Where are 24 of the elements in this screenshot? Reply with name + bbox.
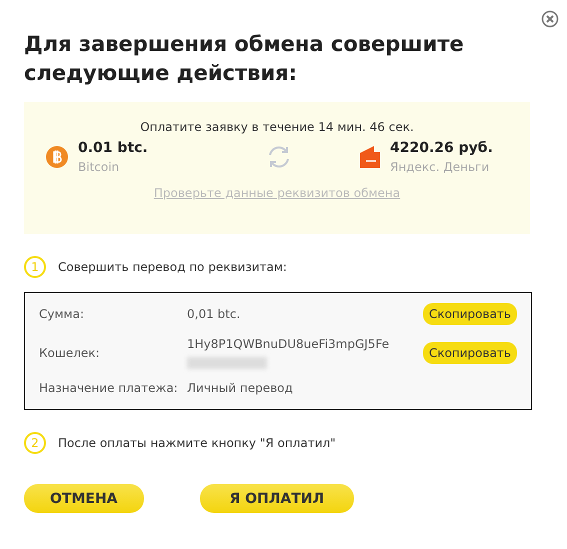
timer-text: Оплатите заявку в течение 14 мин. 46 сек. bbox=[140, 120, 414, 134]
close-icon[interactable] bbox=[541, 10, 559, 28]
step-number: 2 bbox=[24, 432, 46, 454]
bitcoin-icon bbox=[46, 146, 68, 168]
copy-button[interactable]: Скопировать bbox=[422, 342, 517, 364]
amount: 4220.26 руб. bbox=[390, 140, 493, 156]
amount: 0.01 btc. bbox=[78, 140, 148, 156]
paid-button[interactable]: Я ОПЛАТИЛ bbox=[200, 484, 354, 513]
detail-value: 1Hy8P1QWBnuDU8ueFi3mpGJ5Fe bbox=[187, 337, 390, 351]
dialog-title: Для завершения обмена совершите следующие действия: bbox=[24, 31, 465, 87]
detail-label: Назначение платежа: bbox=[39, 381, 179, 395]
cancel-button[interactable]: ОТМЕНА bbox=[24, 484, 144, 513]
currency-name: Яндекс. Деньги bbox=[390, 160, 490, 174]
step-number: 1 bbox=[24, 256, 46, 278]
step-text: Совершить перевод по реквизитам: bbox=[58, 260, 287, 274]
exchange-icon bbox=[266, 144, 292, 170]
detail-value: Личный перевод bbox=[187, 381, 294, 395]
copy-button[interactable]: Скопировать bbox=[422, 303, 517, 325]
detail-label: Сумма: bbox=[39, 307, 85, 321]
currency-name: Bitcoin bbox=[78, 160, 120, 174]
wallet-icon bbox=[360, 146, 380, 168]
detail-label: Кошелек: bbox=[39, 346, 101, 360]
detail-value: 0,01 btc. bbox=[187, 307, 242, 321]
step-text: После оплаты нажмите кнопку "Я оплатил" bbox=[58, 436, 336, 450]
